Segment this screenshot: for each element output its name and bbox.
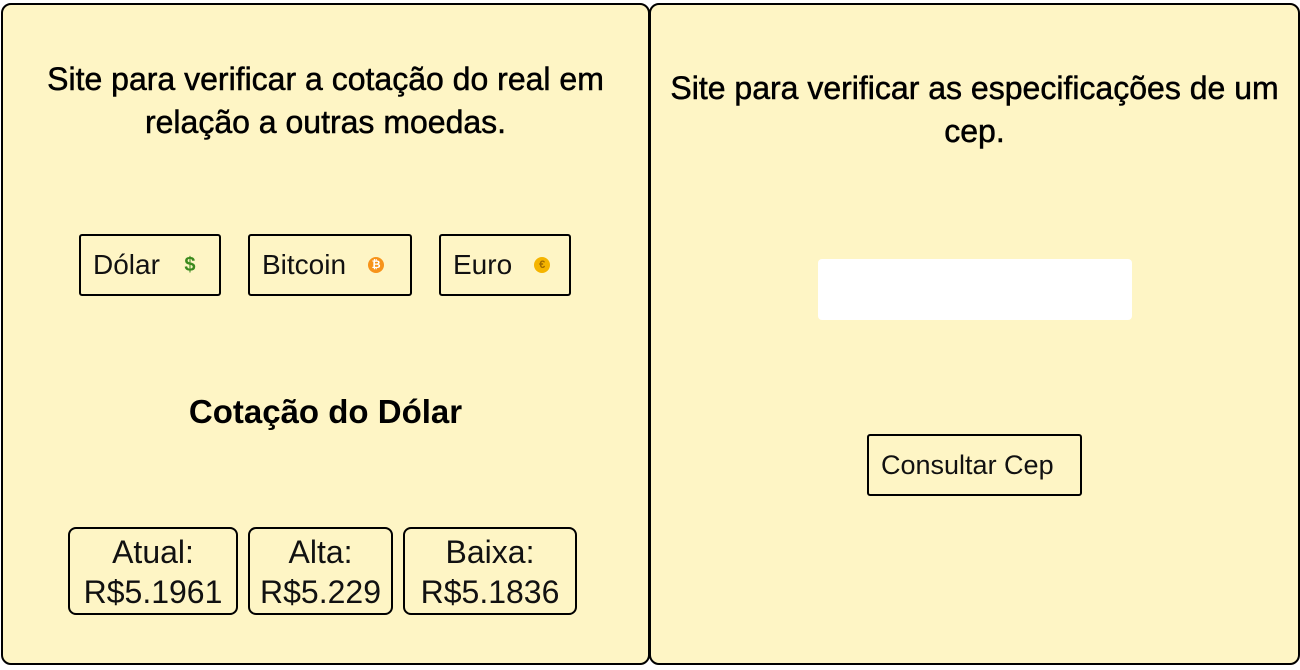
quote-low-label: Baixa: [445, 534, 535, 570]
page: Site para verificar a cotação do real em… [0, 0, 1300, 670]
cep-panel-title: Site para verificar as especificações de… [670, 70, 1279, 150]
currency-panel-title: Site para verificar a cotação do real em… [47, 61, 604, 141]
quote-title: Cotação do Dólar [188, 393, 463, 430]
quote-current: Atual: R$5.1961 [68, 527, 238, 615]
quote-high-value: R$5.229 [260, 574, 381, 610]
quote-low-value: R$5.1836 [420, 574, 560, 610]
bitcoin-button-label: Bitcoin [262, 249, 347, 280]
dollar-icon: $ [184, 254, 196, 276]
euro-button[interactable]: Euro € [439, 234, 571, 296]
consultar-cep-button[interactable]: Consultar Cep [867, 434, 1082, 496]
euro-button-label: Euro [453, 249, 513, 280]
bitcoin-button[interactable]: Bitcoin ₿ [248, 234, 412, 296]
quote-current-value: R$5.1961 [83, 574, 223, 610]
cep-input[interactable] [818, 259, 1132, 320]
dolar-button[interactable]: Dólar $ [79, 234, 221, 296]
euro-icon: € [534, 257, 551, 273]
consultar-cep-button-label: Consultar Cep [881, 449, 1054, 480]
dolar-button-label: Dólar [93, 249, 160, 280]
quote-high-label: Alta: [288, 534, 353, 570]
bitcoin-icon: ₿ [368, 257, 385, 273]
quote-current-label: Atual: [112, 534, 194, 570]
quote-low: Baixa: R$5.1836 [403, 527, 577, 615]
cep-panel: Site para verificar as especificações de… [649, 3, 1300, 665]
quote-high: Alta: R$5.229 [248, 527, 393, 615]
